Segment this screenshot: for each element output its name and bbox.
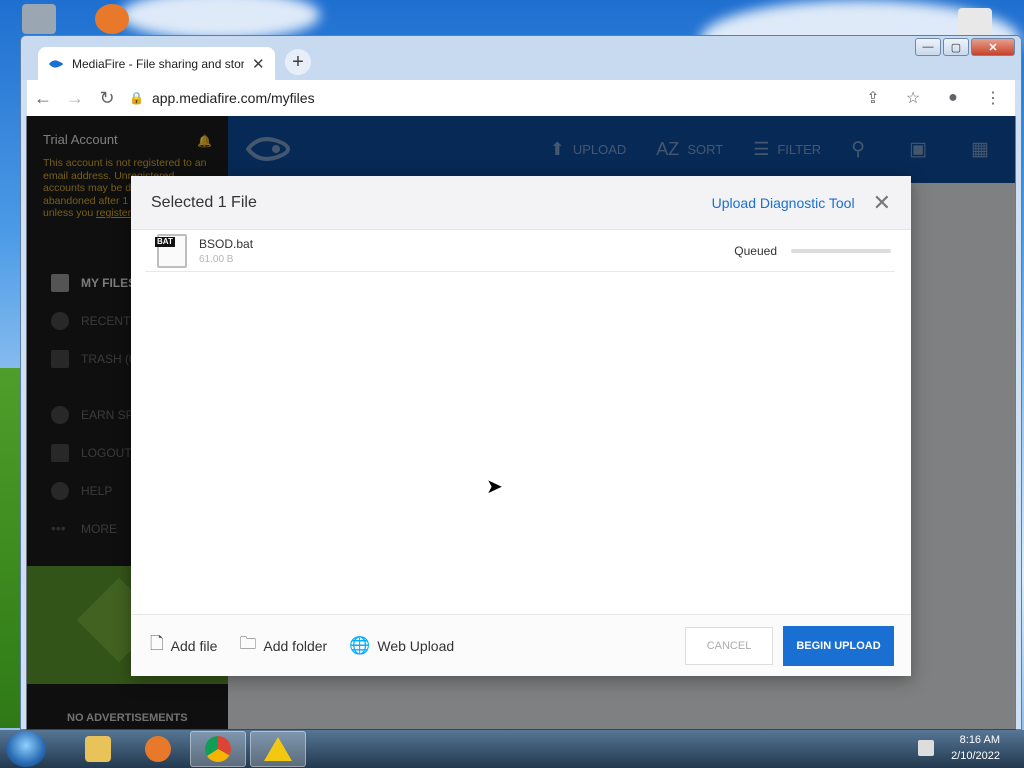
begin-upload-button[interactable]: BEGIN UPLOAD <box>783 625 894 666</box>
add-file-button[interactable]: 🗋 Add file <box>150 631 217 660</box>
document-desktop-icon[interactable] <box>958 8 992 38</box>
system-clock[interactable]: 8:16 AM 2/10/2022 <box>951 732 1000 764</box>
file-type-badge: BAT <box>155 236 175 247</box>
add-folder-icon: 🗀 <box>239 634 257 653</box>
mediafire-favicon-icon <box>49 60 63 68</box>
folder-icon <box>85 736 111 762</box>
start-button[interactable] <box>6 731 46 767</box>
add-folder-label: Add folder <box>263 637 328 654</box>
address-bar[interactable]: 🔒 app.mediafire.com/myfiles <box>129 84 857 112</box>
toolbar-actions: ⇪ ☆ ● ⋮ <box>857 82 1009 114</box>
new-tab-button[interactable]: + <box>285 49 311 75</box>
firefox-icon <box>145 736 171 762</box>
title-bar: MediaFire - File sharing and stora ✕ + —… <box>21 36 1021 81</box>
file-meta: BSOD.bat 61.00 B <box>199 237 734 265</box>
warning-taskbar-icon[interactable] <box>250 731 306 767</box>
upload-dialog: Selected 1 File Upload Diagnostic Tool ✕… <box>131 176 911 676</box>
browser-toolbar: ← → ↻ 🔒 app.mediafire.com/myfiles ⇪ ☆ ● … <box>27 80 1015 116</box>
cancel-button[interactable]: CANCEL <box>685 626 773 665</box>
share-icon[interactable]: ⇪ <box>857 82 889 114</box>
file-bat-icon: BAT <box>155 233 187 268</box>
web-upload-label: Web Upload <box>377 637 455 654</box>
firefox-desktop-icon[interactable] <box>95 4 129 34</box>
file-size: 61.00 B <box>199 253 234 265</box>
dialog-title: Selected 1 File <box>151 193 257 211</box>
warning-icon <box>264 737 292 761</box>
upload-status: Queued <box>734 243 777 258</box>
clock-time: 8:16 AM <box>959 734 1000 746</box>
close-icon[interactable]: ✕ <box>873 191 891 214</box>
forward-button[interactable]: → <box>59 82 91 114</box>
maximize-button[interactable]: ▢ <box>943 38 969 56</box>
dialog-footer: 🗋 Add file 🗀 Add folder 🌐 Web Upload CAN… <box>131 614 911 676</box>
upload-diagnostic-link[interactable]: Upload Diagnostic Tool <box>712 195 855 211</box>
reload-button[interactable]: ↻ <box>91 82 123 114</box>
mouse-cursor-icon: ➤ <box>486 476 503 498</box>
recycle-bin-icon[interactable] <box>22 4 56 34</box>
lock-icon[interactable]: 🔒 <box>129 91 144 105</box>
tab-close-icon[interactable]: ✕ <box>252 55 265 73</box>
file-name: BSOD.bat <box>199 236 254 251</box>
add-file-label: Add file <box>170 637 218 654</box>
back-button[interactable]: ← <box>27 82 59 114</box>
window-controls: — ▢ ✕ <box>915 38 1015 56</box>
firefox-taskbar-icon[interactable] <box>130 731 186 767</box>
bookmark-star-icon[interactable]: ☆ <box>897 82 929 114</box>
web-upload-button[interactable]: 🌐 Web Upload <box>349 636 454 656</box>
url-text: app.mediafire.com/myfiles <box>151 90 315 106</box>
minimize-button[interactable]: — <box>915 38 941 56</box>
chrome-icon <box>205 736 231 762</box>
taskbar: 8:16 AM 2/10/2022 <box>0 730 1024 768</box>
add-file-icon: 🗋 <box>150 634 164 653</box>
tab-title: MediaFire - File sharing and stora <box>72 57 244 71</box>
file-row: BAT BSOD.bat 61.00 B Queued <box>145 230 895 272</box>
network-tray-icon[interactable] <box>918 740 934 756</box>
globe-icon: 🌐 <box>349 635 371 655</box>
dialog-header: Selected 1 File Upload Diagnostic Tool ✕ <box>131 176 911 230</box>
upload-progress-bar <box>791 248 891 253</box>
add-folder-button[interactable]: 🗀 Add folder <box>239 631 327 660</box>
browser-tab[interactable]: MediaFire - File sharing and stora ✕ <box>38 47 275 81</box>
explorer-taskbar-icon[interactable] <box>70 731 126 767</box>
profile-icon[interactable]: ● <box>937 82 969 114</box>
clock-date: 2/10/2022 <box>951 750 1000 762</box>
menu-kebab-icon[interactable]: ⋮ <box>977 82 1009 114</box>
close-window-button[interactable]: ✕ <box>971 38 1015 56</box>
cloud <box>120 0 320 40</box>
chrome-taskbar-icon[interactable] <box>190 731 246 767</box>
